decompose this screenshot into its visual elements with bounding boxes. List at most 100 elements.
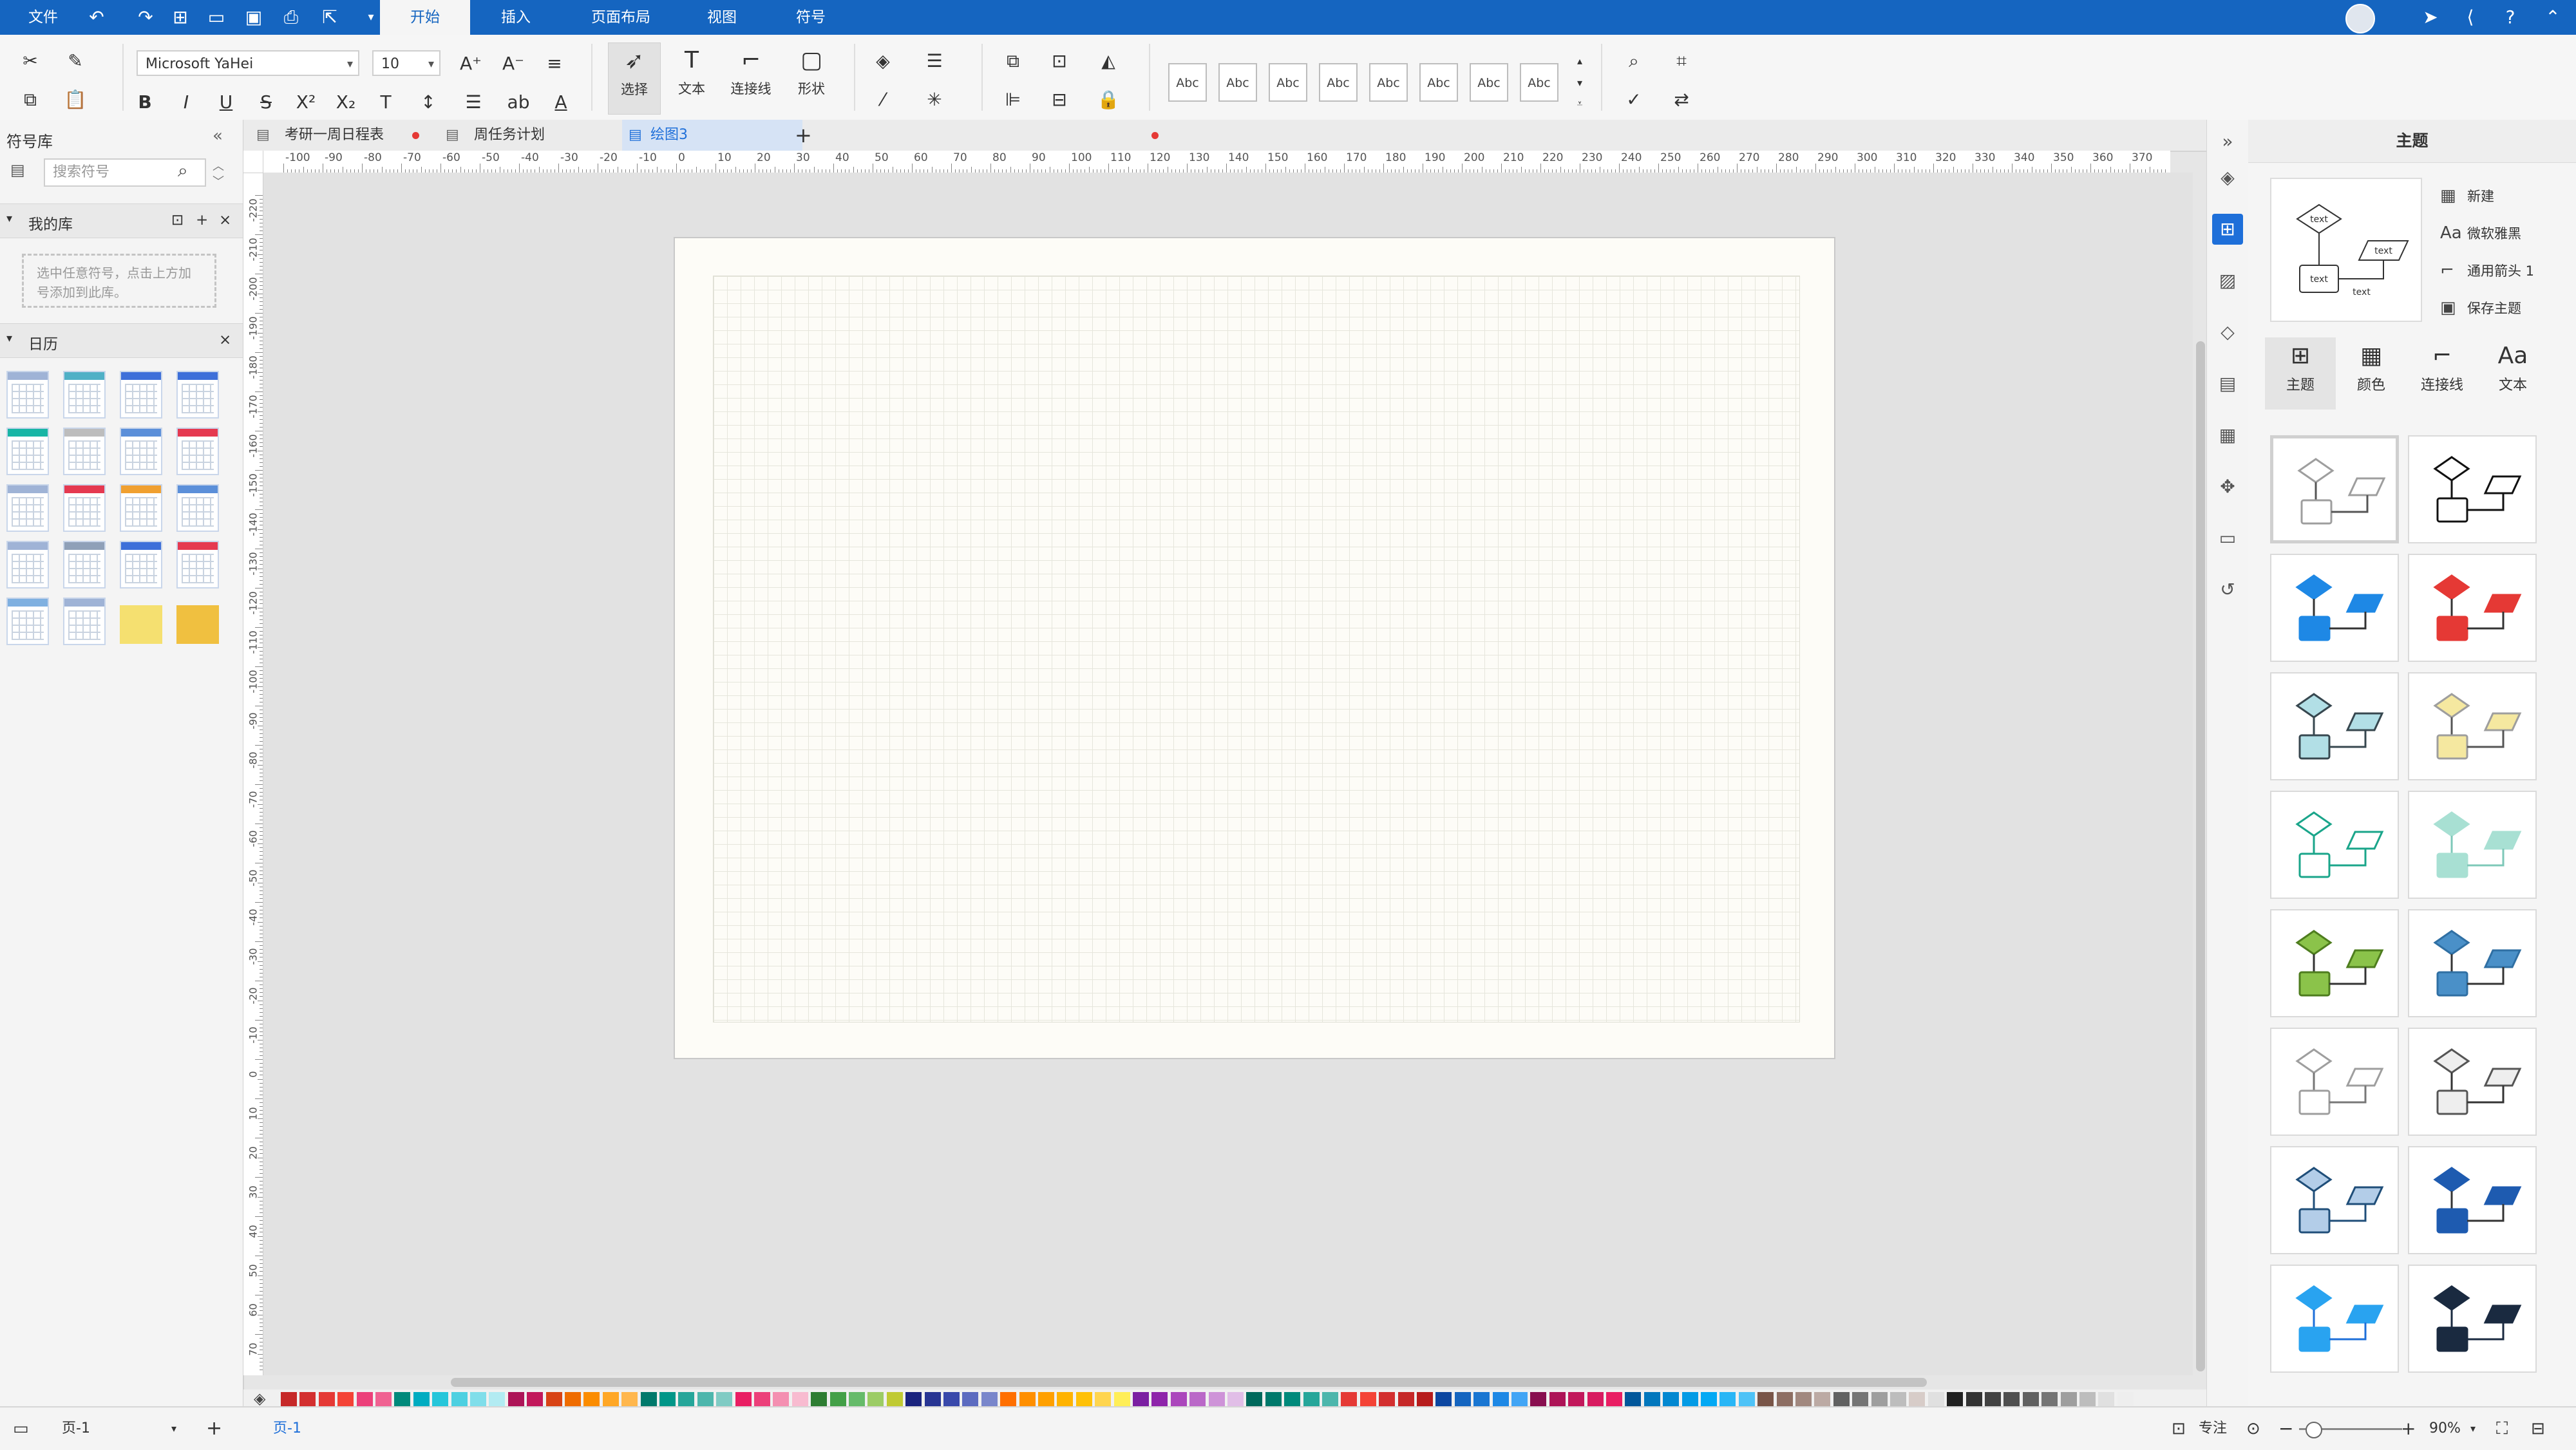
color-swatch[interactable] [375,1392,392,1408]
calendar-template[interactable] [176,541,219,588]
tab-start[interactable]: 开始 [380,0,470,35]
calendar-template[interactable] [6,428,49,475]
calendar-template[interactable] [6,598,49,645]
color-swatch[interactable] [1890,1392,1906,1408]
page-tab[interactable]: 页-1 [273,1408,301,1450]
color-swatch[interactable] [640,1392,657,1408]
italic-icon[interactable]: I [173,89,200,116]
find-replace-icon[interactable]: ⌕ [1620,48,1647,75]
color-swatch[interactable] [451,1392,468,1408]
color-swatch[interactable] [1000,1392,1017,1408]
calendar-template[interactable] [63,484,106,532]
color-swatch[interactable] [1643,1392,1660,1408]
tab-theme[interactable]: ⊞ 主题 [2265,337,2336,410]
color-swatch[interactable] [1871,1392,1888,1408]
group-icon[interactable]: ⊡ [1046,48,1073,75]
decrease-font-icon[interactable]: A⁻ [500,50,527,77]
color-swatch[interactable] [602,1392,619,1408]
color-swatch[interactable] [2060,1392,2077,1408]
calendar-template[interactable] [63,428,106,475]
preset-expand-icon[interactable]: ⩡ [1566,90,1593,117]
color-swatch[interactable] [2117,1392,2134,1408]
color-swatch[interactable] [2022,1392,2039,1408]
color-swatch[interactable] [281,1392,297,1408]
open-icon[interactable]: ▭ [205,6,228,29]
color-swatch[interactable] [829,1392,846,1408]
fit-page-icon[interactable]: ⛶ [2496,1408,2508,1450]
color-swatch[interactable] [1965,1392,1982,1408]
line-spacing-icon[interactable]: ↕ [415,89,442,116]
theme-card[interactable] [2270,672,2399,780]
theme-card[interactable] [2270,791,2399,899]
color-swatch[interactable] [2098,1392,2115,1408]
color-swatch[interactable] [1909,1392,1926,1408]
line-color-icon[interactable]: ⁄ [869,86,896,113]
zoom-in-icon[interactable]: + [2401,1408,2416,1450]
history-icon[interactable]: ↺ [2212,574,2243,605]
color-swatch[interactable] [1833,1392,1850,1408]
collapse-panel-icon[interactable]: « [213,126,223,146]
list-icon[interactable]: ☰ [460,89,487,116]
color-swatch[interactable] [1379,1392,1396,1408]
fill-icon[interactable]: ◈ [869,48,896,75]
zoom-out-icon[interactable]: − [2278,1408,2293,1450]
color-swatch[interactable] [678,1392,695,1408]
color-swatch[interactable] [1776,1392,1793,1408]
copy-icon[interactable]: ⧉ [17,86,44,113]
color-swatch[interactable] [299,1392,316,1408]
theme-card[interactable] [2270,554,2399,662]
save-theme-button[interactable]: ▣ 保存主题 [2440,295,2521,321]
text-tool[interactable]: T 文本 [666,42,717,98]
color-swatch[interactable] [1927,1392,1944,1408]
color-swatch[interactable] [981,1392,998,1408]
play-icon[interactable]: ⊙ [2246,1408,2260,1450]
color-swatch[interactable] [545,1392,562,1408]
color-swatch[interactable] [1568,1392,1585,1408]
calendar-template[interactable] [6,371,49,419]
color-swatch[interactable] [2079,1392,2096,1408]
theme-card[interactable] [2270,1146,2399,1254]
color-swatch[interactable] [1492,1392,1509,1408]
color-swatch[interactable] [1738,1392,1755,1408]
page-view-icon[interactable]: ▭ [13,1408,29,1450]
subscript-icon[interactable]: X₂ [332,89,359,116]
page-select[interactable]: 页-1 ▾ [62,1408,184,1450]
flip-icon[interactable]: ◭ [1095,48,1122,75]
color-swatch[interactable] [1985,1392,2001,1408]
color-swatch[interactable] [470,1392,486,1408]
layers-icon[interactable]: ◇ [2212,317,2243,348]
add-tab-icon[interactable]: + [795,120,812,151]
style-preset[interactable]: Abc [1419,63,1458,102]
color-swatch[interactable] [962,1392,979,1408]
color-swatch[interactable] [1359,1392,1376,1408]
color-swatch[interactable] [1814,1392,1831,1408]
color-swatch[interactable] [867,1392,884,1408]
calendar-template[interactable] [63,541,106,588]
style-preset[interactable]: Abc [1520,63,1558,102]
color-swatch[interactable] [1208,1392,1225,1408]
presentation-icon[interactable]: ▭ [2212,523,2243,554]
theme-card[interactable] [2270,435,2399,543]
search-icon[interactable]: ⌕ [178,160,188,182]
color-swatch[interactable] [565,1392,581,1408]
format-painter-icon[interactable]: ✎ [62,48,89,75]
size-icon[interactable]: ⊟ [1046,86,1073,113]
style-preset[interactable]: Abc [1470,63,1508,102]
redo-icon[interactable]: ↷ [134,6,157,29]
color-swatch[interactable] [1397,1392,1414,1408]
theme-font-button[interactable]: Aa 微软雅黑 [2440,220,2521,246]
style-preset[interactable]: Abc [1218,63,1257,102]
theme-card[interactable] [2408,554,2537,662]
font-family-select[interactable]: Microsoft YaHei ▾ [137,50,359,76]
text-bg-color-icon[interactable]: ab [505,89,532,116]
color-swatch[interactable] [716,1392,733,1408]
color-swatch[interactable] [1454,1392,1471,1408]
color-swatch[interactable] [1606,1392,1622,1408]
paste-icon[interactable]: 📋 [62,86,89,113]
calendar-template[interactable] [120,541,162,588]
menu-file[interactable]: 文件 [28,0,58,35]
color-swatch[interactable] [1435,1392,1452,1408]
add-icon[interactable]: + [196,212,208,229]
tab-insert[interactable]: 插入 [501,0,531,35]
theme-card[interactable] [2408,909,2537,1017]
